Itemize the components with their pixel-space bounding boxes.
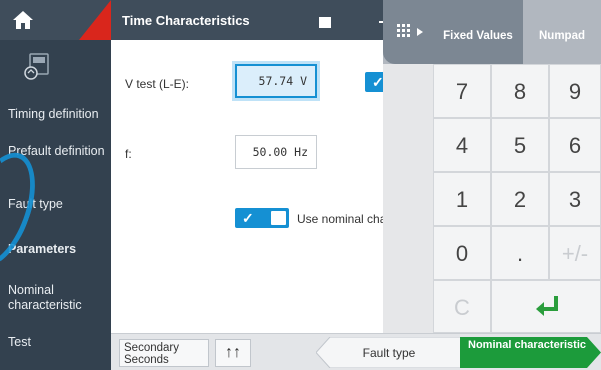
sidebar-item-nominal-characteristic[interactable]: Nominal characteristic — [8, 283, 108, 313]
key-5[interactable]: 5 — [491, 118, 549, 172]
sidebar-item-parameters[interactable]: Parameters — [8, 242, 108, 257]
check-icon: ✓ — [372, 74, 384, 90]
file-icon[interactable] — [319, 17, 331, 28]
home-icon — [13, 11, 33, 29]
key-9[interactable]: 9 — [549, 64, 601, 118]
frequency-input[interactable]: 50.00 Hz — [235, 135, 317, 169]
page-title: Time Characteristics — [122, 13, 250, 28]
key-decimal[interactable]: . — [491, 226, 549, 280]
toggle-use-nominal[interactable]: ✓ — [235, 208, 289, 228]
key-4[interactable]: 4 — [433, 118, 491, 172]
key-8[interactable]: 8 — [491, 64, 549, 118]
bottom-toolbar: Secondary Seconds ↑↑ Fault type Nominal … — [111, 333, 601, 370]
home-button[interactable] — [0, 0, 111, 40]
check-icon: ✓ — [242, 210, 254, 226]
key-plus-minus[interactable]: +/- — [549, 226, 601, 280]
key-7[interactable]: 7 — [433, 64, 491, 118]
key-enter[interactable] — [491, 280, 601, 333]
f-label: f: — [125, 147, 132, 161]
sidebar-item-test[interactable]: Test — [8, 335, 108, 350]
tab-fixed-values[interactable]: Fixed Values — [433, 0, 523, 64]
fault-type-label: Fault type — [362, 346, 416, 360]
test-module-icon — [24, 53, 49, 80]
grid-icon — [397, 24, 410, 37]
key-6[interactable]: 6 — [549, 118, 601, 172]
numpad-collapse-button[interactable] — [383, 0, 433, 64]
double-arrow-up-icon[interactable]: ↑↑ — [215, 339, 251, 367]
toggle-knob — [271, 211, 286, 225]
numpad-panel: Fixed Values Numpad 7 8 9 4 5 6 1 2 3 0 … — [383, 0, 601, 333]
v-test-label: V test (L-E): — [125, 77, 190, 91]
key-2[interactable]: 2 — [491, 172, 549, 226]
sidebar-item-timing-definition[interactable]: Timing definition — [8, 107, 108, 122]
key-clear[interactable]: C — [433, 280, 491, 333]
enter-icon — [536, 296, 558, 316]
home-accent — [79, 0, 111, 40]
secondary-seconds-button[interactable]: Secondary Seconds — [119, 339, 209, 367]
numpad-header: Fixed Values Numpad — [383, 0, 601, 64]
tab-numpad[interactable]: Numpad — [523, 0, 601, 64]
v-test-input[interactable]: 57.74 V — [235, 64, 317, 98]
key-1[interactable]: 1 — [433, 172, 491, 226]
nominal-characteristic-label: Nominal characteristic — [468, 339, 586, 351]
key-3[interactable]: 3 — [549, 172, 601, 226]
key-0[interactable]: 0 — [433, 226, 491, 280]
arrow-right-icon — [417, 28, 423, 36]
